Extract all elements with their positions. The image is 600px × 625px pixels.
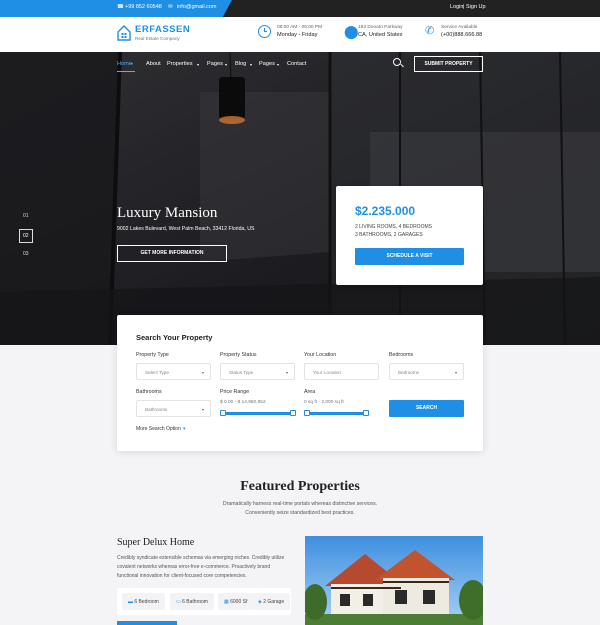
price-value: $2.235.000 [355, 204, 416, 218]
slide-01[interactable]: 01 [23, 213, 29, 219]
service-line1: Service Available [441, 25, 478, 30]
feature-area: ▦ 6000 Sf [218, 593, 254, 610]
nav-about[interactable]: About [146, 61, 161, 67]
area-value: 0 sq ft - 2,000 sq ft [304, 400, 344, 405]
featured-title: Featured Properties [240, 479, 360, 494]
listing-desc-3: functional innovation for client-focused… [117, 573, 247, 579]
login-separator: | [463, 4, 465, 10]
slide-03[interactable]: 03 [23, 251, 29, 257]
chevron-down-icon: ▾ [285, 370, 288, 375]
hero-image [0, 52, 600, 345]
listing-title: Super Delux Home [117, 537, 195, 548]
price-card: $2.235.000 2 LIVING ROOMS, 4 BEDROOMS 3 … [336, 186, 483, 285]
signup-link[interactable]: Sign Up [466, 4, 486, 10]
get-more-info-button[interactable]: GET MORE INFORMATION [117, 245, 227, 262]
nav-pages-2[interactable]: Pages [259, 61, 275, 67]
phone-icon: ☎ [117, 4, 124, 10]
house-image [305, 536, 483, 625]
price-range-slider[interactable] [220, 410, 296, 416]
area-slider[interactable] [304, 410, 369, 416]
slide-02[interactable]: 02 [23, 233, 29, 239]
hours-line2: Monday - Friday [277, 32, 318, 38]
bedrooms-select[interactable]: Bedrooms ▾ [389, 363, 464, 380]
nav-properties[interactable]: Properties [167, 61, 193, 67]
hero-banner [0, 52, 600, 345]
feature-bedroom: ▬ 6 Bedroom [122, 593, 165, 610]
price-range-value: $ 0.00 - $ 14,980,852 [220, 400, 266, 405]
price-range-label: Price Range [220, 389, 250, 395]
search-title: Search Your Property [136, 333, 213, 342]
chevron-down-icon: ▾ [201, 370, 204, 375]
area-min-handle[interactable] [304, 410, 310, 416]
brand-tagline: Real Estate Company [135, 36, 180, 41]
top-phone[interactable]: +99 852 60548 [125, 4, 162, 10]
more-options-chevron-icon: ▾ [183, 426, 186, 432]
location-pin-icon: ⬤ [344, 24, 359, 39]
bath-icon: ▭ [176, 599, 181, 605]
login-link[interactable]: Login [450, 4, 463, 10]
search-icon[interactable] [393, 58, 404, 68]
phone-call-icon: ✆ [425, 25, 435, 37]
area-icon: ▦ [224, 599, 229, 605]
nav-pages-2-chevron-icon: ▾ [277, 62, 280, 67]
chevron-down-icon: ▾ [201, 407, 204, 412]
nav-home-chevron-icon: ▾ [131, 61, 134, 66]
feature-garage: ◈ 2 Garage [252, 593, 291, 610]
price-features-1: 2 LIVING ROOMS, 4 BEDROOMS [355, 224, 432, 230]
price-min-handle[interactable] [220, 410, 226, 416]
brand-name[interactable]: ERFASSEN [135, 24, 190, 35]
listing-button[interactable] [117, 621, 177, 625]
property-type-label: Property Type [136, 352, 169, 358]
nav-active-underline [117, 71, 135, 72]
property-type-select[interactable]: Select Type ▾ [136, 363, 211, 380]
nav-home[interactable]: Home [117, 61, 132, 67]
address-line2: CA, United States [358, 32, 403, 38]
hero-address: 9002 Lakes Bulevard, West Palm Beach, 33… [117, 226, 255, 232]
property-status-select[interactable]: Status Type ▾ [220, 363, 295, 380]
area-max-handle[interactable] [363, 410, 369, 416]
nav-properties-chevron-icon: ▾ [197, 62, 200, 67]
bathrooms-select[interactable]: Bathrooms ▾ [136, 400, 211, 417]
feature-bathroom: ▭ 6 Bathroom [170, 593, 214, 610]
location-label: Your Location [304, 352, 337, 358]
mail-icon: ✉ [168, 4, 173, 10]
bedrooms-label: Bedrooms [389, 352, 414, 358]
featured-subtitle-2: Conveniently seize standardized best pra… [245, 510, 355, 516]
garage-icon: ◈ [258, 599, 262, 605]
header: ERFASSEN Real Estate Company 08:00 AM - … [0, 17, 600, 52]
price-features-2: 3 BATHROOMS, 2 GARAGES [355, 232, 423, 238]
top-bar: ☎ +99 852 60548 ✉ info@gmail.com Login |… [0, 0, 600, 17]
listing-desc-1: Credibly syndicate extensible schemas vi… [117, 555, 285, 561]
hero-title: Luxury Mansion [117, 205, 218, 221]
chevron-down-icon: ▾ [454, 370, 457, 375]
featured-subtitle-1: Dramatically harness real-time portals w… [222, 501, 378, 507]
property-status-label: Property Status [220, 352, 257, 358]
schedule-visit-button[interactable]: SCHEDULE A VISIT [355, 248, 464, 265]
bed-icon: ▬ [128, 599, 133, 605]
top-email[interactable]: info@gmail.com [177, 4, 217, 10]
bathrooms-label: Bathrooms [136, 389, 162, 395]
nav-contact[interactable]: Contact [287, 61, 306, 67]
listing-image[interactable] [305, 536, 483, 625]
nav-blog[interactable]: Blog [235, 61, 246, 67]
search-button[interactable]: SEARCH [389, 400, 464, 417]
submit-property-button[interactable]: SUBMIT PROPERTY [414, 56, 483, 72]
more-search-option[interactable]: More Search Option [136, 426, 181, 432]
nav-blog-chevron-icon: ▾ [250, 62, 253, 67]
nav-pages-chevron-icon: ▾ [225, 62, 228, 67]
logo-icon[interactable] [117, 25, 131, 41]
service-phone[interactable]: (+00)888.666.88 [441, 32, 482, 38]
listing-desc-2: covalent networks whereas error-free e-c… [117, 564, 271, 570]
address-line1: 183 Donato Parkway [358, 25, 403, 30]
hours-line1: 08:00 AM - 06:00 PM [277, 25, 323, 30]
price-max-handle[interactable] [290, 410, 296, 416]
clock-icon [258, 25, 271, 38]
location-input[interactable]: Your Location [304, 363, 379, 380]
nav-pages[interactable]: Pages [207, 61, 223, 67]
area-label: Area [304, 389, 316, 395]
